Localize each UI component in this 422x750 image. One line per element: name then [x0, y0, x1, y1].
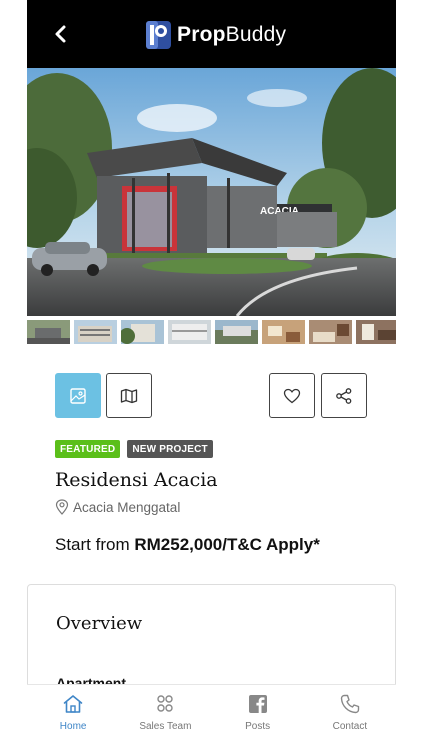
share-icon — [336, 387, 352, 404]
share-button[interactable] — [321, 373, 367, 418]
nav-label-sales-team: Sales Team — [139, 721, 192, 732]
location-pin-icon — [55, 499, 69, 515]
nav-item-posts[interactable]: Posts — [212, 685, 304, 750]
bottom-nav: Home Sales Team Posts Contact — [27, 684, 396, 750]
map-button[interactable] — [106, 373, 152, 418]
location-text: Acacia Menggatal — [73, 499, 181, 515]
back-button[interactable] — [49, 22, 73, 46]
propbuddy-logo: PropBuddy — [146, 20, 286, 50]
thumbnail-7[interactable] — [309, 320, 352, 344]
nav-item-home[interactable]: Home — [27, 685, 119, 750]
price-line: Start from RM252,000/T&C Apply* — [55, 535, 320, 555]
thumbnail-1[interactable] — [27, 320, 70, 344]
new-project-badge: NEW PROJECT — [127, 440, 213, 458]
thumbnail-2[interactable] — [74, 320, 117, 344]
thumbnail-8[interactable] — [356, 320, 396, 344]
app-header: PropBuddy — [27, 0, 396, 68]
image-icon — [70, 387, 86, 404]
hero-image[interactable]: ACACIA — [27, 68, 396, 316]
logo-mark-icon — [146, 21, 171, 49]
logo-text-light: Buddy — [225, 23, 287, 46]
price-value: RM252,000/T&C Apply* — [134, 535, 320, 554]
logo-text-bold: Prop — [177, 23, 226, 46]
overview-title: Overview — [56, 613, 143, 634]
facebook-icon — [248, 695, 267, 713]
chevron-left-icon — [55, 25, 66, 43]
badge-row: FEATURED NEW PROJECT — [55, 440, 213, 458]
thumbnail-4[interactable] — [168, 320, 211, 344]
favorite-button[interactable] — [269, 373, 315, 418]
nav-label-home: Home — [59, 721, 87, 732]
home-icon — [63, 695, 83, 713]
nav-item-contact[interactable]: Contact — [304, 685, 396, 750]
map-icon — [120, 388, 138, 403]
heart-icon — [283, 388, 301, 403]
photos-button[interactable] — [55, 373, 101, 418]
thumbnail-strip — [27, 320, 396, 344]
featured-badge: FEATURED — [55, 440, 121, 458]
team-icon — [157, 695, 174, 712]
nav-label-posts: Posts — [245, 721, 271, 732]
screen: PropBuddy ACACIA FEATURED NEW PROJECT Re… — [27, 0, 396, 750]
thumbnail-3[interactable] — [121, 320, 164, 344]
price-prefix: Start from — [55, 535, 130, 554]
property-title: Residensi Acacia — [55, 469, 218, 491]
thumbnail-6[interactable] — [262, 320, 305, 344]
thumbnail-5[interactable] — [215, 320, 258, 344]
nav-label-contact: Contact — [332, 721, 368, 732]
property-location: Acacia Menggatal — [55, 499, 180, 515]
nav-item-sales-team[interactable]: Sales Team — [119, 685, 211, 750]
phone-icon — [340, 694, 360, 714]
